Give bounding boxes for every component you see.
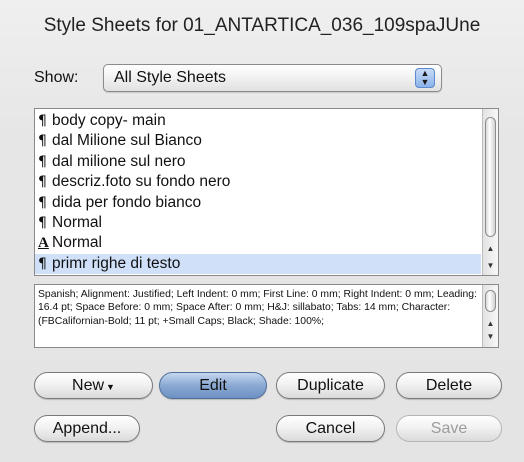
style-name: body copy- main <box>52 112 166 129</box>
style-name: Normal <box>52 213 102 231</box>
new-button-label: New <box>72 377 105 394</box>
style-description-box: Spanish; Alignment: Justified; Left Inde… <box>34 284 499 348</box>
style-name: Normal <box>52 234 102 252</box>
style-name: dal Milione sul Bianco <box>52 132 202 150</box>
paragraph-style-icon: ¶ <box>38 174 47 191</box>
style-list-item[interactable]: ¶ Normal <box>35 213 481 233</box>
style-list-item[interactable]: ¶ dal Milione sul Bianco <box>35 131 481 151</box>
append-button[interactable]: Append... <box>34 415 140 442</box>
arrow-down-icon[interactable]: ▼ <box>483 259 498 273</box>
edit-button[interactable]: Edit <box>159 372 267 399</box>
style-name: dal milione sul nero <box>52 152 186 170</box>
up-down-arrows-icon: ▲ ▼ <box>415 68 435 88</box>
save-button[interactable]: Save <box>396 415 502 442</box>
style-description: Spanish; Alignment: Justified; Left Inde… <box>38 289 477 327</box>
style-list-item[interactable]: ¶ dida per fondo bianco <box>35 193 481 213</box>
style-list-item[interactable]: A Normal <box>35 233 481 253</box>
style-sheets-list[interactable]: ¶ body copy- main ¶ dal Milione sul Bianco ¶… <box>34 108 499 276</box>
arrow-down-icon[interactable]: ▼ <box>483 331 498 343</box>
show-select-value: All Style Sheets <box>114 69 227 86</box>
paragraph-style-icon: ¶ <box>38 255 47 272</box>
style-list-scroll-thumb[interactable] <box>485 117 496 237</box>
description-scroll-thumb[interactable] <box>485 290 496 312</box>
paragraph-style-icon: ¶ <box>38 113 47 129</box>
style-name: dida per fondo bianco <box>52 193 202 211</box>
style-list-item[interactable]: ¶ primr righe di testo <box>35 253 481 275</box>
duplicate-button[interactable]: Duplicate <box>276 372 385 399</box>
dialog-title: Style Sheets for 01_ANTARTICA_036_109spa… <box>43 15 481 36</box>
cancel-button[interactable]: Cancel <box>276 415 385 442</box>
description-scrollbar[interactable]: ▲ ▼ <box>482 285 498 347</box>
new-button[interactable]: New ▼ <box>34 372 153 399</box>
show-label: Show: <box>34 69 79 86</box>
style-sheets-list-items: ¶ body copy- main ¶ dal Milione sul Bianco ¶… <box>35 111 481 275</box>
style-list-scrollbar[interactable]: ▲ ▼ <box>482 109 498 275</box>
show-select[interactable]: All Style Sheets ▲ ▼ <box>103 64 442 92</box>
character-style-icon: A <box>38 235 49 252</box>
paragraph-style-icon: ¶ <box>38 133 47 150</box>
triangle-down-icon: ▼ <box>106 382 115 392</box>
arrow-up-icon[interactable]: ▲ <box>483 318 498 330</box>
style-name: descriz.foto su fondo nero <box>52 173 231 191</box>
style-list-item[interactable]: ¶ dal milione sul nero <box>35 152 481 172</box>
paragraph-style-icon: ¶ <box>38 153 47 170</box>
style-list-item[interactable]: ¶ descriz.foto su fondo nero <box>35 172 481 192</box>
style-sheets-dialog: Style Sheets for 01_ANTARTICA_036_109spa… <box>0 0 524 462</box>
paragraph-style-icon: ¶ <box>38 194 47 211</box>
style-list-item[interactable]: ¶ body copy- main <box>35 111 481 131</box>
paragraph-style-icon: ¶ <box>38 214 47 231</box>
arrow-up-icon[interactable]: ▲ <box>483 242 498 256</box>
delete-button[interactable]: Delete <box>396 372 502 399</box>
style-name: primr righe di testo <box>52 254 181 272</box>
